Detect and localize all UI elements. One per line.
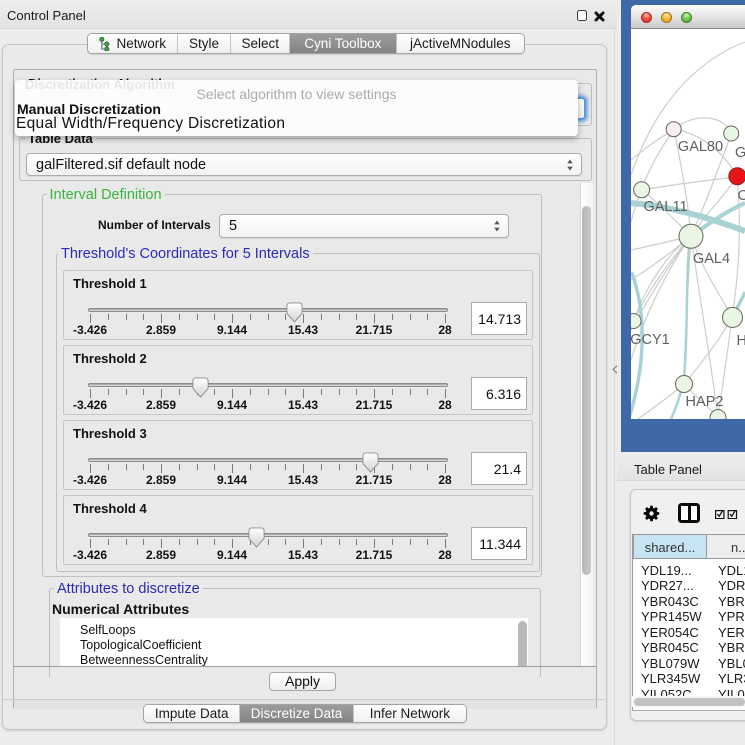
svg-text:C: C bbox=[738, 188, 745, 204]
svg-text:GCY1: GCY1 bbox=[631, 332, 670, 348]
svg-text:GAL80: GAL80 bbox=[678, 139, 723, 155]
svg-text:HAP2: HAP2 bbox=[686, 394, 724, 410]
svg-text:GAL4: GAL4 bbox=[693, 251, 730, 267]
svg-text:GAL11: GAL11 bbox=[643, 199, 687, 215]
svg-text:H: H bbox=[737, 333, 745, 349]
svg-text:GA: GA bbox=[735, 145, 745, 161]
